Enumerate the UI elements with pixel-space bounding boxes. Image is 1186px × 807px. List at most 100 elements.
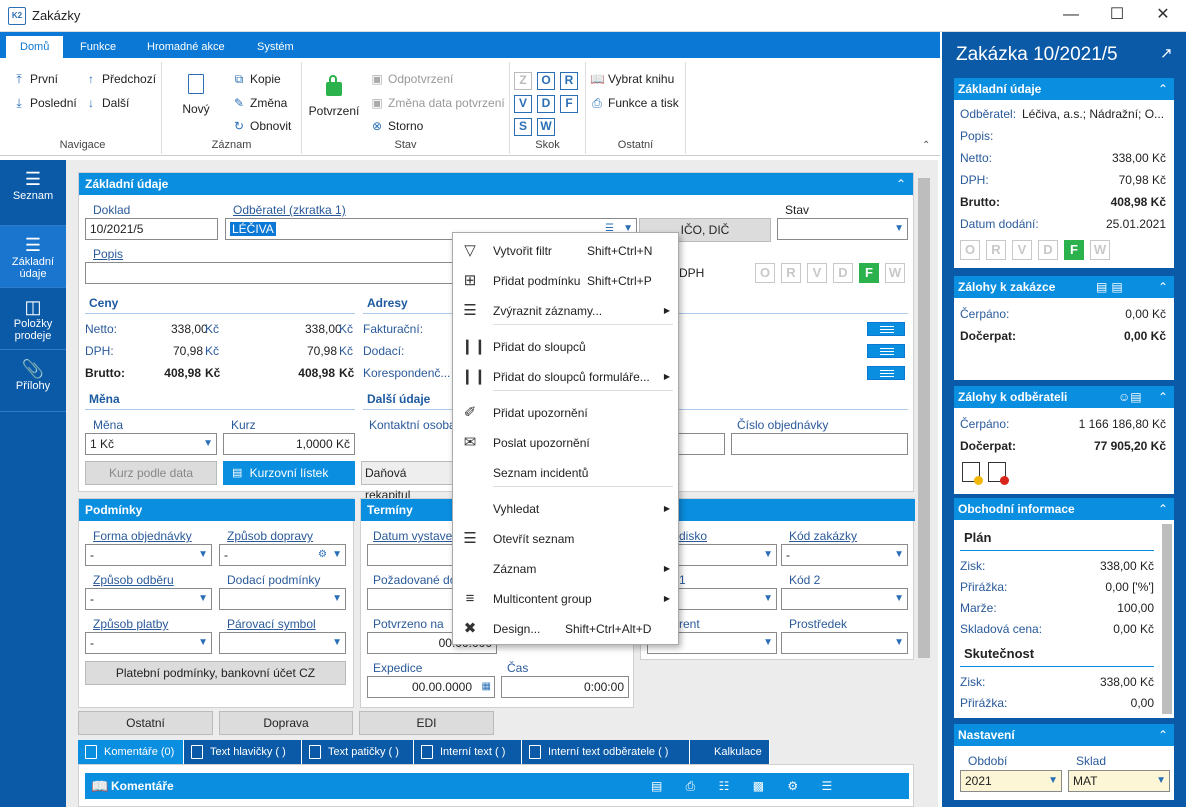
kurz-podle-data-button[interactable]: Kurz podle data [85,461,217,485]
collapse-icon[interactable]: ⌃ [1158,386,1168,408]
menu-item[interactable]: ⊞ Přidat podmínku Shift+Ctrl+P [453,267,680,295]
doklad-field[interactable]: 10/2021/5 [85,218,218,240]
popout-icon[interactable]: ↗ [1160,44,1173,62]
dropdown-icon[interactable]: ▼ [198,545,208,565]
jump-v-button[interactable]: V [514,95,532,113]
parovaci-symbol-field[interactable]: ▼ [219,632,346,654]
change-confirm-date-button[interactable]: ▣ Změna data potvrzení [370,96,504,110]
dropdown-icon[interactable]: ▼ [894,589,904,609]
collapse-icon[interactable]: ⌃ [1158,78,1168,100]
dropdown-icon[interactable]: ▼ [763,589,773,609]
functions-print-button[interactable]: ⎙ Funkce a tisk [590,96,679,111]
jump-o-button[interactable]: O [537,72,555,90]
tab-interni-text-odberatele[interactable]: Interní text odběratele ( ) [522,740,690,764]
minimize-icon[interactable]: — [1048,0,1094,32]
note-warning-icon[interactable] [962,462,983,485]
tab-komentare[interactable]: Komentáře (0) [78,740,184,764]
zpusob-odberu-field[interactable]: - ▼ [85,588,212,610]
kod-zakazky-field[interactable]: - ▼ [781,544,908,566]
ribbon-collapse-icon[interactable]: ⌃ [922,140,930,151]
jump-f-button[interactable]: F [560,95,578,113]
kod-2-field[interactable]: ▼ [781,588,908,610]
nav-item-seznam[interactable]: ☰ Seznam [0,160,66,226]
copy-button[interactable]: ⧉ Kopie [232,72,281,87]
doprava-button[interactable]: Doprava [219,711,353,735]
collapse-icon[interactable]: ⌃ [1158,276,1168,298]
note-error-icon[interactable] [988,462,1009,485]
user-document-icon[interactable]: ☺▤ [1118,386,1142,408]
menu-item[interactable]: ✉ Poslat upozornění [453,429,680,457]
new-button[interactable]: Nový [174,74,218,116]
dropdown-icon[interactable]: ▼ [894,219,904,239]
dropdown-icon[interactable]: ▼ [203,434,213,454]
menu-item[interactable]: Vyhledat ▶ [453,495,680,523]
tab-hromadne-akce[interactable]: Hromadné akce [133,36,239,58]
mena-field[interactable]: 1 Kč ▼ [85,433,217,455]
address-list-button[interactable] [867,366,905,380]
tab-system[interactable]: Systém [243,36,308,58]
collapse-icon[interactable]: ⌃ [1158,724,1168,746]
calendar-icon[interactable]: ▦ [482,677,491,697]
prostredek-field[interactable]: ▼ [781,632,908,654]
dropdown-icon[interactable]: ▼ [1156,771,1166,791]
kurzovni-listek-button[interactable]: ▤ Kurzovní lístek [223,461,355,485]
close-icon[interactable]: ✕ [1140,0,1186,32]
nav-item-polozky-prodeje[interactable]: ◫ Položky prodeje [0,288,66,350]
address-list-button[interactable] [867,322,905,336]
dropdown-icon[interactable]: ▼ [332,545,342,565]
cislo-objednavky-field[interactable] [731,433,908,455]
obdobi-field[interactable]: 2021 ▼ [960,770,1062,792]
tab-kalkulace[interactable]: Kalkulace [690,740,770,764]
menu-item[interactable]: ☰ Zvýraznit záznamy... ▶ [453,297,680,325]
address-list-button[interactable] [867,344,905,358]
gear-icon[interactable]: ⚙ [318,545,327,565]
unconfirm-button[interactable]: ▣ Odpotvrzení [370,72,453,86]
popis-field[interactable] [85,262,455,284]
dropdown-icon[interactable]: ▼ [894,545,904,565]
jump-w-button[interactable]: W [537,118,555,136]
tab-text-paticky[interactable]: Text patičky ( ) [302,740,414,764]
menu-item[interactable]: Záznam ▶ [453,555,680,583]
forma-objednavky-field[interactable]: - ▼ [85,544,212,566]
menu-item[interactable]: ✐ Přidat upozornění [453,399,680,427]
platebni-podminky-button[interactable]: Platební podmínky, bankovní účet CZ [85,661,346,685]
change-button[interactable]: ✎ Změna [232,96,287,110]
menu-item[interactable]: ❙❙ Přidat do sloupců formuláře... ▶ [453,363,680,391]
tab-interni-text[interactable]: Interní text ( ) [414,740,522,764]
zpusob-dopravy-field[interactable]: - ⚙ ▼ [219,544,346,566]
toolbar-icons[interactable]: ▤ ⎙ ☷ ▩ ⚙ ☰ [651,773,842,799]
dropdown-icon[interactable]: ▼ [332,589,342,609]
scrollbar[interactable] [1162,524,1172,714]
dropdown-icon[interactable]: ▼ [894,633,904,653]
ostatni-button[interactable]: Ostatní [78,711,213,735]
menu-item[interactable]: ≡ Multicontent group ▶ [453,585,680,613]
zpusob-platby-field[interactable]: - ▼ [85,632,212,654]
first-button[interactable]: ⤒ První [12,72,58,87]
menu-item[interactable]: ✖ Design... Shift+Ctrl+Alt+D [453,615,680,643]
dropdown-icon[interactable]: ▼ [332,633,342,653]
tab-domu[interactable]: Domů [6,36,64,58]
dropdown-icon[interactable]: ▼ [198,633,208,653]
tab-funkce[interactable]: Funkce [66,36,130,58]
dropdown-icon[interactable]: ▼ [763,633,773,653]
menu-item[interactable]: ❙❙ Přidat do sloupců [453,333,680,361]
menu-item[interactable]: ☰ Otevřít seznam [453,525,680,553]
jump-d-button[interactable]: D [537,95,555,113]
storno-button[interactable]: ⊗ Storno [370,119,423,133]
next-button[interactable]: ↓ Další [84,96,129,110]
expedice-field[interactable]: 00.00.0000 ▦ [367,676,495,698]
edi-button[interactable]: EDI [359,711,494,735]
jump-r-button[interactable]: R [560,72,578,90]
menu-item[interactable]: Seznam incidentů [453,459,680,487]
jump-s-button[interactable]: S [514,118,532,136]
tab-text-hlavicky[interactable]: Text hlavičky ( ) [184,740,302,764]
stav-field[interactable]: ▼ [777,218,908,240]
main-scrollbar[interactable] [918,178,930,658]
confirm-button[interactable]: Potvrzení [306,75,362,118]
refresh-button[interactable]: ↻ Obnovit [232,119,291,133]
documents-icon[interactable]: ▤▤ [1096,276,1127,298]
dodaci-podminky-field[interactable]: ▼ [219,588,346,610]
dropdown-icon[interactable]: ▼ [198,589,208,609]
maximize-icon[interactable]: ☐ [1094,0,1140,32]
dropdown-icon[interactable]: ▼ [1048,771,1058,791]
